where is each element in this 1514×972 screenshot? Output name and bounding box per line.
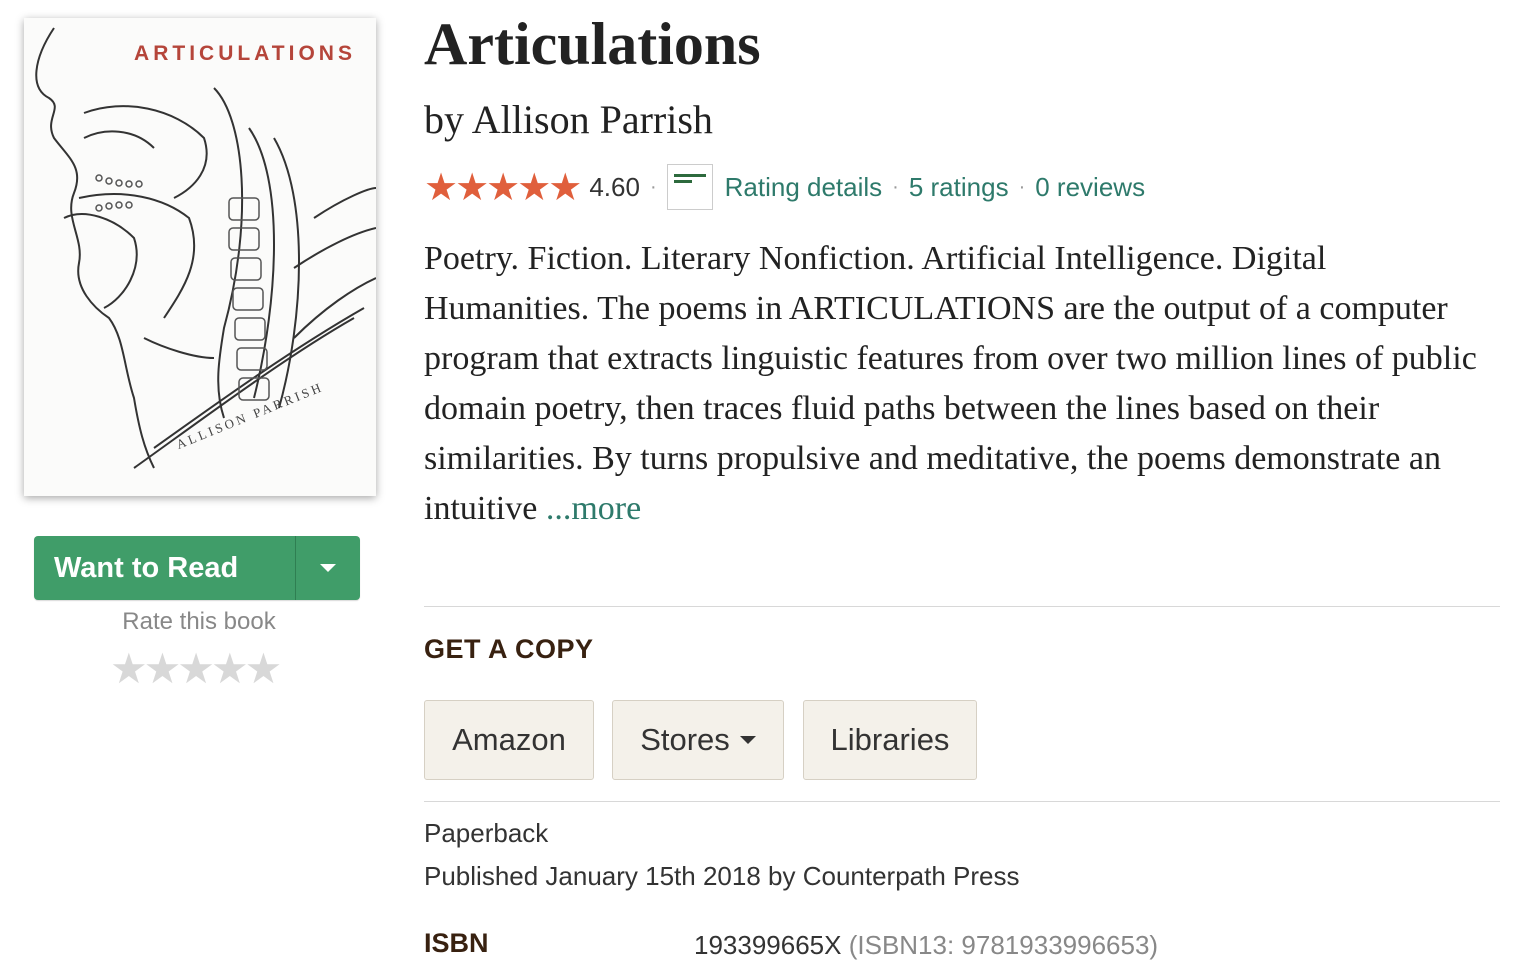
caret-down-icon xyxy=(739,736,756,744)
get-a-copy-heading: GET A COPY xyxy=(424,634,594,664)
rate-this-book-label: Rate this book xyxy=(122,608,276,635)
average-rating-stars: ★★★★★ xyxy=(424,166,582,209)
shelf-dropdown-button[interactable] xyxy=(296,536,360,600)
separator-dot: · xyxy=(892,175,899,198)
separator-dot: · xyxy=(649,175,657,198)
book-title: Articulations xyxy=(424,11,761,77)
average-rating-value: 4.60 xyxy=(589,171,640,202)
stores-label: Stores xyxy=(640,722,730,757)
separator-dot: · xyxy=(1018,175,1026,198)
rating-details-link[interactable]: Rating details xyxy=(725,172,883,203)
isbn13: (ISBN13: 9781933996653) xyxy=(848,930,1159,960)
book-cover[interactable]: ARTICULATIONS ALLISON PARRISH xyxy=(24,18,376,496)
publication-info: Published January 15th 2018 by Counterpa… xyxy=(424,861,1020,891)
rating-summary: ★★★★★ 4.60 · Rating details · 5 ratings … xyxy=(424,162,1145,212)
book-author[interactable]: by Allison Parrish xyxy=(424,96,713,143)
stores-dropdown-button[interactable]: Stores xyxy=(612,700,784,780)
divider xyxy=(424,801,1500,802)
isbn-value: 193399665X (ISBN13: 9781933996653) xyxy=(694,930,1158,961)
want-to-read-button[interactable]: Want to Read xyxy=(34,536,296,600)
caret-down-icon xyxy=(320,564,336,572)
book-format: Paperback xyxy=(424,818,549,848)
rate-stars-input[interactable]: ★★★★★ xyxy=(110,644,282,693)
description-text: Poetry. Fiction. Literary Nonfiction. Ar… xyxy=(424,240,1477,527)
reviews-count-link[interactable]: 0 reviews xyxy=(1035,172,1145,203)
more-link[interactable]: ...more xyxy=(546,490,641,527)
isbn-label: ISBN xyxy=(424,928,489,958)
book-description: Poetry. Fiction. Literary Nonfiction. Ar… xyxy=(424,234,1500,534)
rating-chart-icon[interactable] xyxy=(666,164,713,210)
isbn10: 193399665X xyxy=(694,930,842,960)
divider xyxy=(424,606,1500,607)
libraries-button[interactable]: Libraries xyxy=(803,700,977,780)
ratings-count-link[interactable]: 5 ratings xyxy=(909,172,1009,203)
amazon-button[interactable]: Amazon xyxy=(424,700,594,780)
want-to-read-button-group: Want to Read xyxy=(34,536,360,600)
cover-illustration xyxy=(35,27,376,469)
